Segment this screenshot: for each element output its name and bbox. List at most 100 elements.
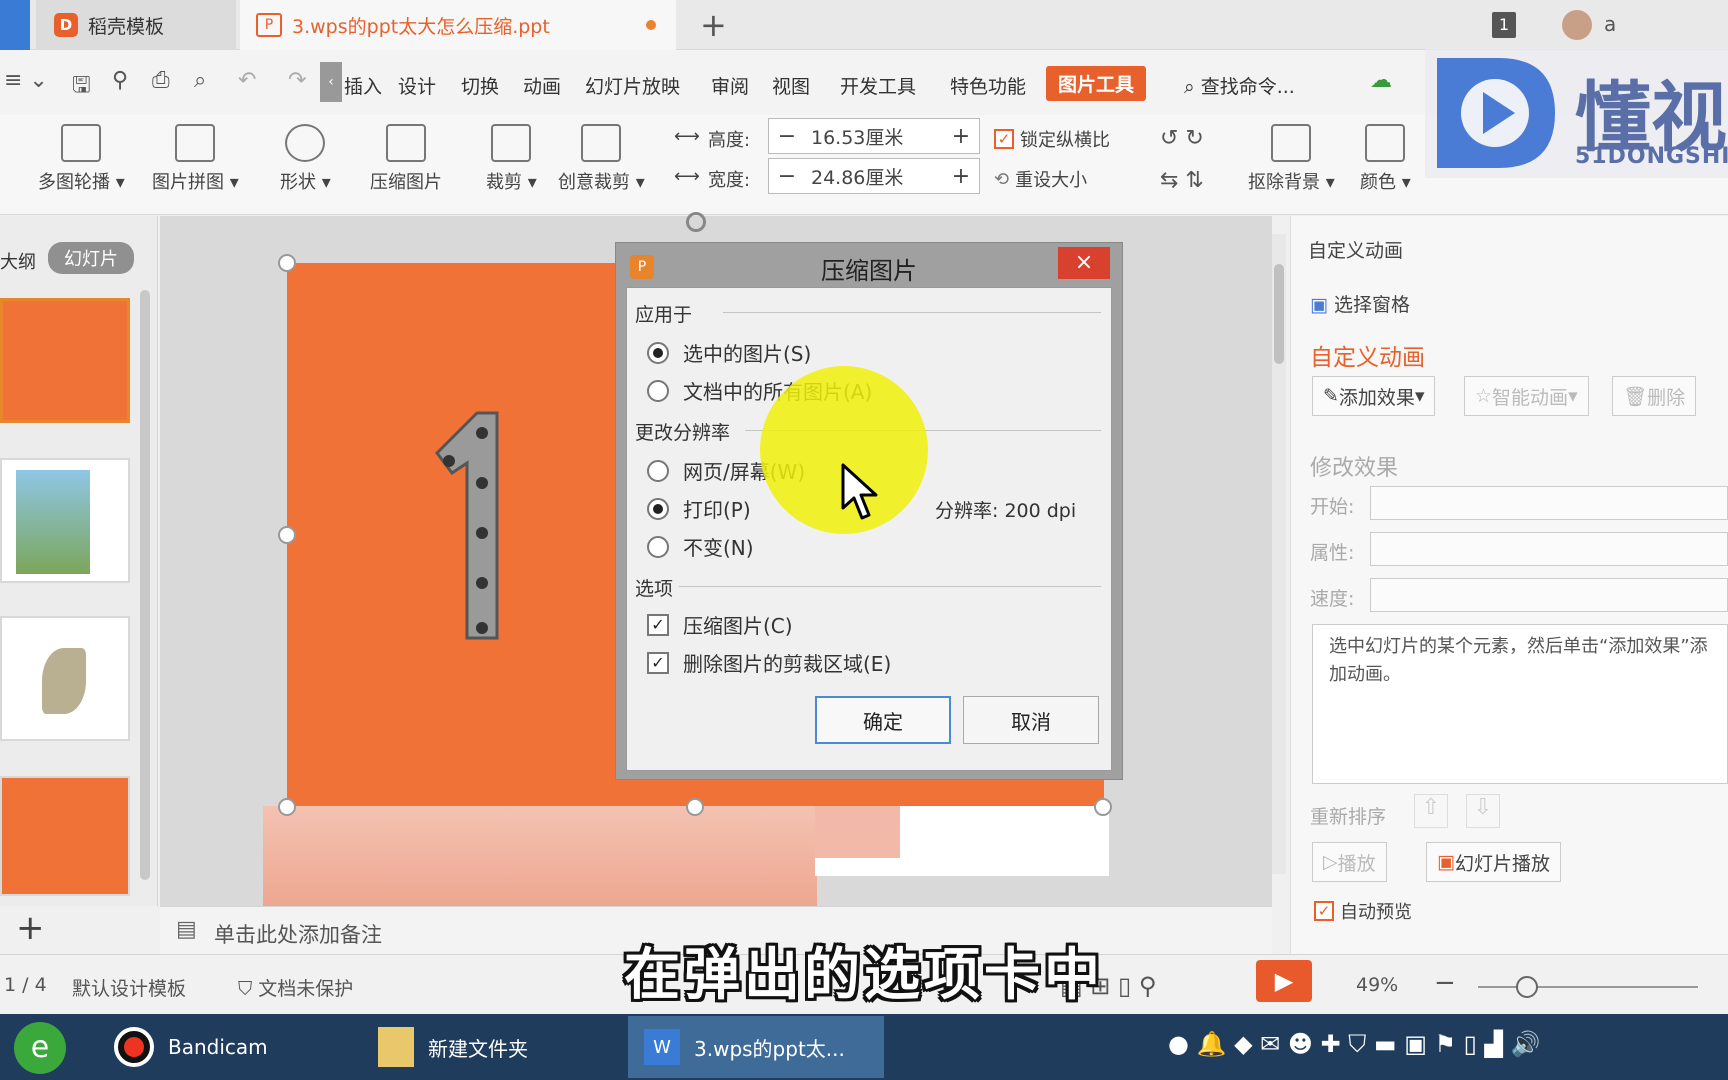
- radio-off-icon: [647, 535, 669, 558]
- carousel-icon: [61, 124, 102, 162]
- tab-current-document[interactable]: P 3.wps的ppt太大怎么压缩.ppt: [240, 0, 676, 50]
- radio-selected-pictures[interactable]: 选中的图片(S): [647, 338, 811, 367]
- slideshow-icon: ▣: [1437, 851, 1455, 873]
- radio-on-icon: [647, 497, 669, 520]
- new-tab-button[interactable]: +: [700, 6, 727, 44]
- property-select[interactable]: [1370, 532, 1728, 566]
- collage-button[interactable]: 图片拼图 ▾: [152, 124, 239, 194]
- move-down-button[interactable]: ⇩: [1466, 794, 1500, 828]
- scrollbar-thumb[interactable]: [1274, 264, 1284, 364]
- menu-insert[interactable]: 插入: [344, 72, 382, 99]
- command-search[interactable]: ⌕ 查找命令...: [1184, 72, 1295, 99]
- start-label: 开始:: [1310, 496, 1355, 518]
- select-pane-link[interactable]: ▣ 选择窗格: [1310, 290, 1410, 317]
- height-increase-button[interactable]: +: [943, 124, 979, 149]
- auto-preview-checkbox[interactable]: ✓ 自动预览: [1314, 898, 1412, 924]
- animation-hint: 选中幻灯片的某个元素，然后单击“添加效果”添加动画。: [1312, 624, 1728, 784]
- cancel-button[interactable]: 取消: [963, 696, 1099, 744]
- slide-thumbnail[interactable]: [0, 298, 130, 423]
- rotate-handle[interactable]: [686, 212, 706, 232]
- menu-review[interactable]: 审阅: [711, 72, 749, 99]
- ok-button[interactable]: 确定: [815, 696, 951, 744]
- tab-outline[interactable]: 大纲: [0, 248, 36, 274]
- checkbox-delete-cropped[interactable]: ✓ 删除图片的剪裁区域(E): [647, 648, 891, 677]
- canvas-scrollbar[interactable]: [1272, 234, 1286, 874]
- system-tray-icons[interactable]: ● 🔔 ◆ ✉ ☻ ✚ ⛉ ▬ ▣ ⚑ ▯ ▟ 🔊: [1168, 1030, 1540, 1058]
- height-field[interactable]: − 16.53厘米 +: [768, 118, 980, 154]
- checkbox-compress-pictures[interactable]: ✓ 压缩图片(C): [647, 610, 793, 639]
- multi-carousel-button[interactable]: 多图轮播 ▾: [38, 124, 125, 194]
- menu-slideshow[interactable]: 幻灯片放映: [585, 72, 680, 99]
- browser-icon[interactable]: e: [14, 1022, 66, 1074]
- slide-thumbnail[interactable]: [0, 616, 130, 741]
- scroll-left-button[interactable]: ‹: [320, 62, 342, 102]
- search-icon: ⌕: [1184, 76, 1201, 98]
- width-decrease-button[interactable]: −: [769, 164, 805, 189]
- slideshow-button[interactable]: ▣ 幻灯片播放: [1426, 842, 1561, 882]
- checkbox-checked-icon: ✓: [647, 651, 669, 674]
- menu-view[interactable]: 视图: [772, 72, 810, 99]
- rotate-left-icon[interactable]: ↺ ↻: [1160, 126, 1204, 151]
- thumbnail-image: [42, 648, 86, 714]
- slide-thumbnail[interactable]: [0, 458, 130, 583]
- record-icon: [114, 1027, 154, 1067]
- play-button[interactable]: ▷ 播放: [1312, 842, 1387, 882]
- remove-background-button[interactable]: 抠除背景 ▾: [1248, 124, 1335, 194]
- menu-developer[interactable]: 开发工具: [840, 72, 916, 99]
- tab-slides[interactable]: 幻灯片: [48, 242, 134, 274]
- app-menu-button[interactable]: [0, 0, 30, 50]
- reorder-label: 重新排序: [1310, 806, 1387, 828]
- crop-button[interactable]: 裁剪 ▾: [486, 124, 537, 194]
- chain-number-one-image: [435, 411, 499, 640]
- compress-picture-button[interactable]: 压缩图片: [370, 124, 442, 194]
- avatar[interactable]: [1562, 10, 1592, 40]
- undo-icon[interactable]: ↶: [238, 68, 256, 93]
- cloud-sync-icon[interactable]: ☁: [1370, 68, 1392, 93]
- menu-transition[interactable]: 切换: [461, 72, 499, 99]
- flip-icon[interactable]: ⇆ ⇅: [1160, 168, 1204, 193]
- resize-handle[interactable]: [278, 798, 296, 816]
- pane-header[interactable]: 自定义动画: [1308, 236, 1403, 263]
- shape-button[interactable]: 形状 ▾: [280, 124, 331, 194]
- slide-thumbnail[interactable]: [0, 776, 130, 896]
- height-decrease-button[interactable]: −: [769, 124, 805, 149]
- redo-icon[interactable]: ↷: [288, 68, 306, 93]
- start-select[interactable]: [1370, 486, 1728, 520]
- collapse-menu-icon[interactable]: ≡ ⌄: [4, 68, 48, 93]
- thumbnails-scrollbar[interactable]: [140, 290, 150, 880]
- radio-unchanged[interactable]: 不变(N): [647, 532, 754, 561]
- width-label: 宽度:: [708, 170, 751, 191]
- print-icon[interactable]: ⎙: [152, 68, 170, 93]
- taskbar-wps[interactable]: W 3.wps的ppt太...: [628, 1016, 884, 1078]
- dongshi-logo-icon: [1437, 58, 1555, 168]
- smart-animation-button[interactable]: ☆ 智能动画 ▾: [1464, 376, 1589, 416]
- width-increase-button[interactable]: +: [943, 164, 979, 189]
- save-icon[interactable]: 🖫: [72, 68, 91, 106]
- resize-handle[interactable]: [686, 798, 704, 816]
- add-effect-button[interactable]: ✎ 添加效果 ▾: [1312, 376, 1436, 416]
- menu-picture-tools[interactable]: 图片工具: [1046, 66, 1147, 101]
- width-field[interactable]: − 24.86厘米 +: [768, 158, 980, 194]
- property-label: 属性:: [1310, 542, 1355, 564]
- trash-icon: 🗑: [1623, 385, 1648, 408]
- resize-handle[interactable]: [278, 526, 296, 544]
- resize-handle[interactable]: [1094, 798, 1112, 816]
- creative-crop-button[interactable]: 创意裁剪 ▾: [558, 124, 645, 194]
- delete-button[interactable]: 🗑 删除: [1612, 376, 1697, 416]
- reset-size-button[interactable]: ⟲ 重设大小: [994, 166, 1087, 192]
- tab-docer-templates[interactable]: D 稻壳模板: [36, 0, 236, 50]
- resize-handle[interactable]: [278, 254, 296, 272]
- format-painter-icon[interactable]: ⚲: [112, 68, 128, 93]
- radio-print[interactable]: 打印(P): [647, 494, 751, 523]
- menu-animation[interactable]: 动画: [523, 72, 561, 99]
- color-button[interactable]: 颜色 ▾: [1360, 124, 1411, 194]
- close-icon[interactable]: ×: [1058, 247, 1110, 279]
- speed-select[interactable]: [1370, 578, 1728, 612]
- menu-design[interactable]: 设计: [398, 72, 436, 99]
- taskbar-folder[interactable]: 新建文件夹: [362, 1016, 618, 1078]
- menu-special[interactable]: 特色功能: [950, 72, 1026, 99]
- taskbar-bandicam[interactable]: Bandicam: [98, 1016, 354, 1078]
- lock-ratio-checkbox[interactable]: ✓ 锁定纵横比: [994, 126, 1110, 152]
- print-preview-icon[interactable]: ⌕: [194, 68, 206, 93]
- move-up-button[interactable]: ⇧: [1414, 794, 1448, 828]
